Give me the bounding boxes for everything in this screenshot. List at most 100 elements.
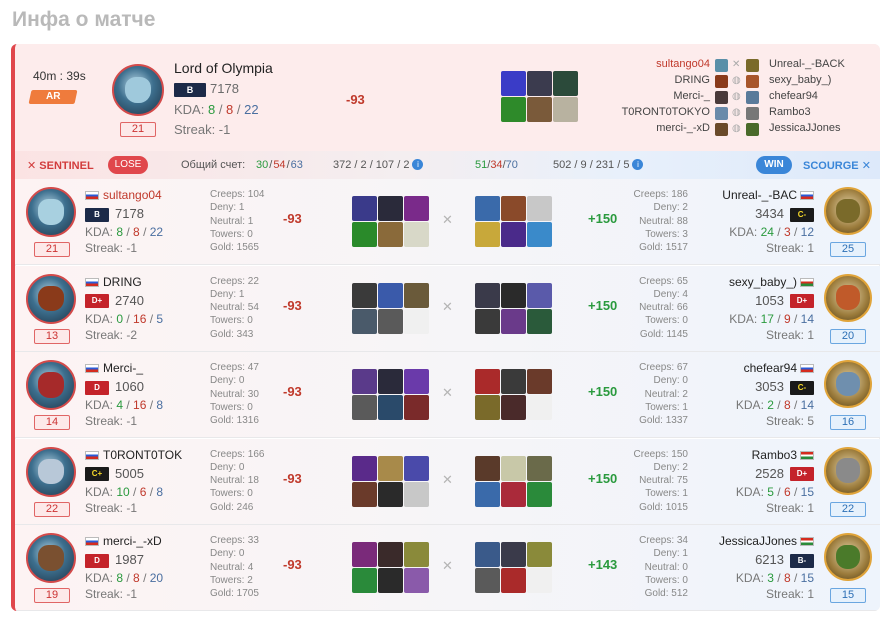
item-icon[interactable] [475, 455, 500, 481]
roster-player[interactable]: sexy_baby_) [769, 72, 879, 88]
item-icon[interactable] [527, 282, 552, 308]
item-icon[interactable] [527, 97, 552, 122]
roster-player[interactable]: Unreal-_-BACK [769, 56, 879, 72]
item-icon[interactable] [352, 568, 377, 593]
item-icon[interactable] [501, 542, 526, 567]
item-icon[interactable] [404, 455, 429, 481]
item-icon[interactable] [404, 369, 429, 394]
item-icon[interactable] [404, 282, 429, 308]
item-icon[interactable] [475, 196, 500, 221]
item-icon[interactable] [475, 308, 500, 334]
item-icon[interactable] [527, 222, 552, 247]
item-icon[interactable] [352, 455, 377, 481]
hero-avatar-left[interactable] [26, 446, 76, 497]
hero-avatar-right[interactable] [824, 533, 872, 581]
item-icon[interactable] [378, 369, 403, 394]
hero-avatar-main[interactable] [112, 64, 164, 116]
item-icon[interactable] [475, 395, 500, 420]
hero-avatar-left[interactable] [26, 273, 76, 324]
roster-player[interactable]: sultango04 [610, 56, 710, 72]
item-icon[interactable] [527, 369, 552, 394]
hero-avatar-right[interactable] [824, 273, 872, 322]
item-icon[interactable] [404, 196, 429, 221]
item-icon[interactable] [553, 97, 578, 122]
item-icon[interactable] [404, 568, 429, 593]
item-icon[interactable] [404, 395, 429, 420]
player-name-left[interactable]: merci-_-xD [85, 534, 162, 548]
item-icon[interactable] [378, 542, 403, 567]
item-icon[interactable] [501, 568, 526, 593]
item-icon[interactable] [527, 196, 552, 221]
item-icon[interactable] [404, 308, 429, 334]
player-name-main[interactable]: Lord of Olympia [174, 60, 273, 76]
hero-avatar-left[interactable] [26, 533, 76, 583]
item-icon[interactable] [352, 395, 377, 420]
item-icon[interactable] [553, 71, 578, 96]
player-name-left[interactable]: sultango04 [85, 188, 162, 202]
item-icon[interactable] [378, 282, 403, 308]
item-icon[interactable] [475, 481, 500, 507]
item-icon[interactable] [378, 395, 403, 420]
item-icon[interactable] [501, 481, 526, 507]
item-icon[interactable] [352, 481, 377, 507]
player-name-right[interactable]: Rambo3 [752, 448, 814, 462]
item-icon[interactable] [404, 542, 429, 567]
player-name-left[interactable]: DRING [85, 275, 142, 289]
item-icon[interactable] [527, 71, 552, 96]
item-icon[interactable] [501, 308, 526, 334]
item-icon[interactable] [501, 97, 526, 122]
item-icon[interactable] [475, 568, 500, 593]
roster-player[interactable]: merci-_-xD [610, 120, 710, 136]
item-icon[interactable] [501, 369, 526, 394]
player-name-right[interactable]: sexy_baby_) [729, 275, 814, 289]
item-icon[interactable] [527, 308, 552, 334]
item-icon[interactable] [527, 568, 552, 593]
item-icon[interactable] [527, 481, 552, 507]
item-icon[interactable] [352, 369, 377, 394]
item-icon[interactable] [527, 455, 552, 481]
item-icon[interactable] [527, 395, 552, 420]
hero-avatar-right[interactable] [824, 446, 872, 495]
roster-player[interactable]: DRING [610, 72, 710, 88]
item-icon[interactable] [352, 308, 377, 334]
item-icon[interactable] [501, 455, 526, 481]
item-icon[interactable] [501, 222, 526, 247]
roster-player[interactable]: T0RONT0TOKYO [610, 104, 710, 120]
item-icon[interactable] [501, 282, 526, 308]
item-icon[interactable] [352, 196, 377, 221]
roster-player[interactable]: Merci-_ [610, 88, 710, 104]
hero-avatar-right[interactable] [824, 360, 872, 408]
item-icon[interactable] [527, 542, 552, 567]
item-icon[interactable] [378, 455, 403, 481]
item-icon[interactable] [378, 196, 403, 221]
player-name-right[interactable]: JessicaJJones [719, 534, 814, 548]
item-icon[interactable] [475, 222, 500, 247]
item-icon[interactable] [404, 222, 429, 247]
item-icon[interactable] [501, 395, 526, 420]
roster-player[interactable]: JessicaJJones [769, 120, 879, 136]
item-icon[interactable] [378, 481, 403, 507]
item-icon[interactable] [501, 71, 526, 96]
player-name-right[interactable]: chefear94 [744, 361, 814, 375]
player-name-left[interactable]: Merci-_ [85, 361, 143, 375]
item-icon[interactable] [475, 282, 500, 308]
player-name-right[interactable]: Unreal-_-BAC [722, 188, 814, 202]
item-icon[interactable] [352, 542, 377, 567]
roster-player[interactable]: chefear94 [769, 88, 879, 104]
player-name-left[interactable]: T0RONT0TOK [85, 448, 182, 462]
item-icon[interactable] [378, 308, 403, 334]
item-icon[interactable] [501, 196, 526, 221]
item-icon[interactable] [475, 542, 500, 567]
item-icon[interactable] [475, 369, 500, 394]
hero-avatar-left[interactable] [26, 187, 76, 237]
roster-player[interactable]: Rambo3 [769, 104, 879, 120]
item-icon[interactable] [378, 222, 403, 247]
info-icon[interactable]: i [632, 159, 644, 170]
info-icon[interactable]: i [412, 159, 424, 170]
item-icon[interactable] [378, 568, 403, 593]
item-icon[interactable] [352, 222, 377, 247]
hero-avatar-left[interactable] [26, 360, 76, 410]
item-icon[interactable] [352, 282, 377, 308]
hero-avatar-right[interactable] [824, 187, 872, 235]
item-icon[interactable] [404, 481, 429, 507]
